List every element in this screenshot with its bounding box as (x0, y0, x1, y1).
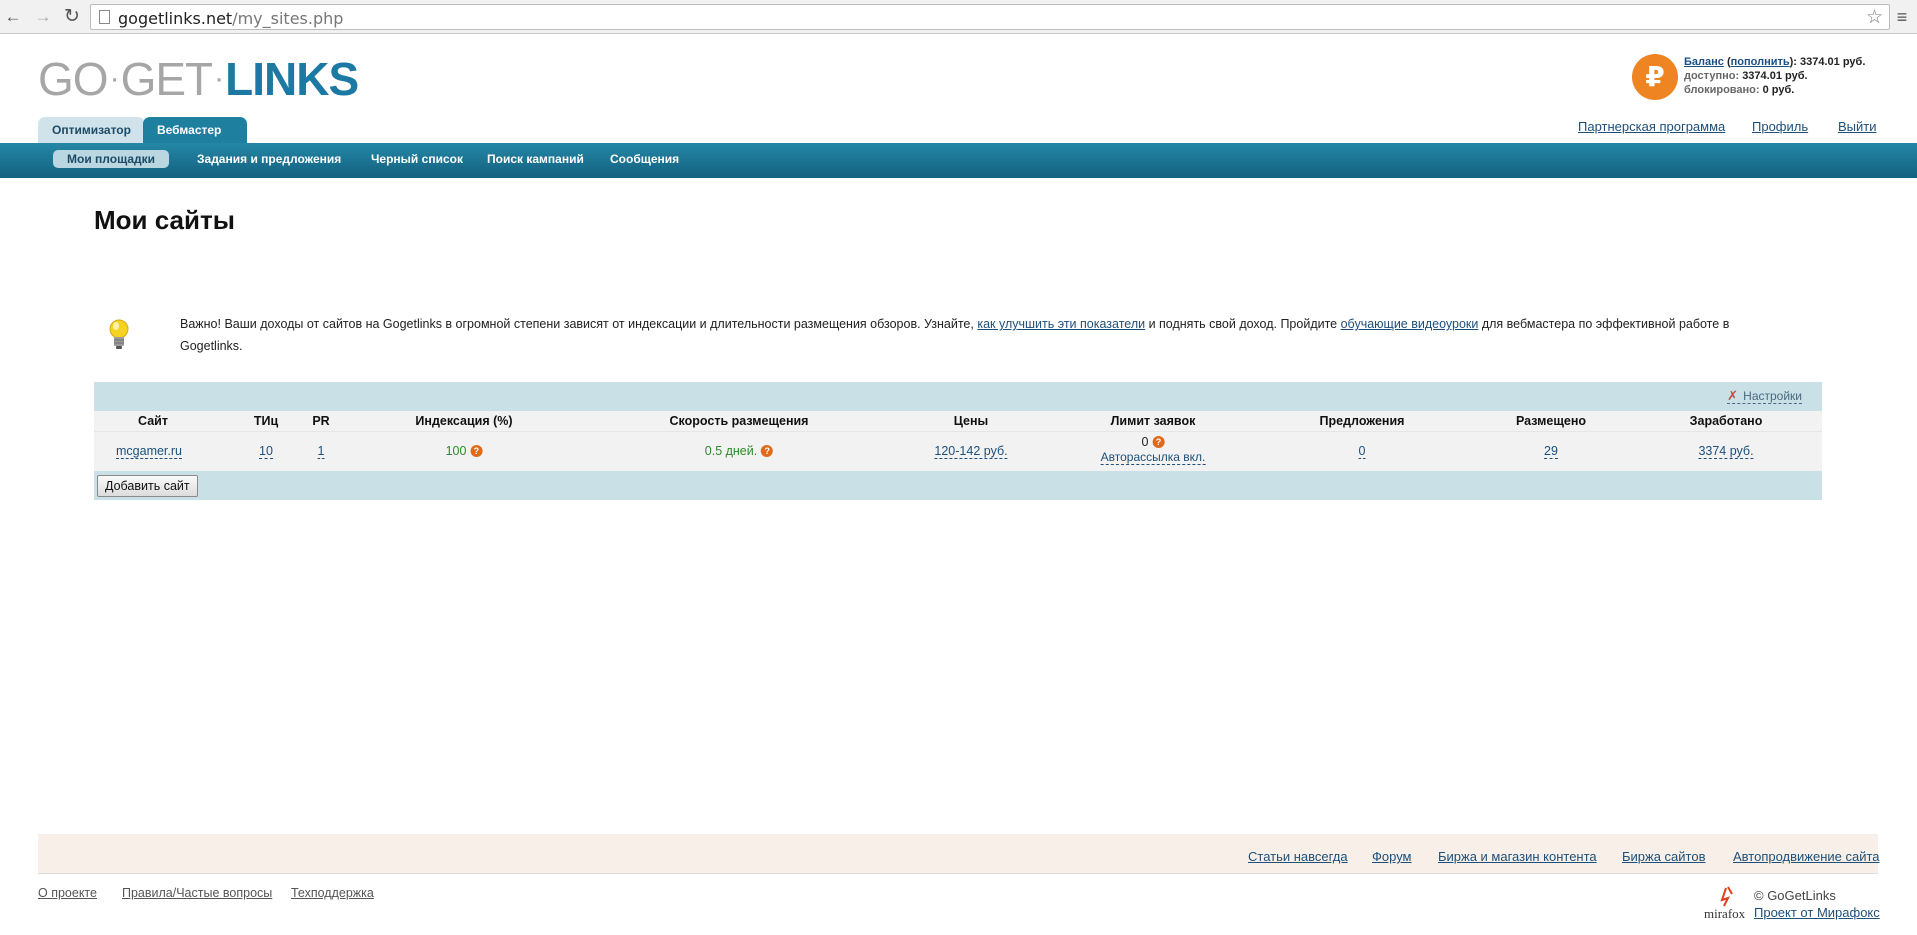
partner-program-link[interactable]: Партнерская программа (1578, 119, 1725, 134)
url-host: gogetlinks.net (118, 9, 233, 28)
prices-link[interactable]: 120-142 руб. (934, 444, 1008, 459)
header-prices[interactable]: Цены (954, 414, 988, 428)
header-pr[interactable]: PR (312, 414, 329, 428)
address-bar[interactable]: gogetlinks.net/my_sites.php ☆ (90, 4, 1890, 30)
offers-link[interactable]: 0 (1358, 444, 1366, 459)
sites-table: ✗ Настройки Сайт ТИц PR Индексация (%) Ск… (94, 382, 1822, 500)
mirafox-text: mirafox (1704, 906, 1746, 921)
available-label: доступно: (1684, 70, 1740, 82)
footer-link-autopromo[interactable]: Автопродвижение сайта (1733, 849, 1880, 864)
footer-link-forum[interactable]: Форум (1372, 849, 1412, 864)
header-earned[interactable]: Заработано (1690, 414, 1763, 428)
footer-link-sites-exchange[interactable]: Биржа сайтов (1622, 849, 1706, 864)
settings-label: Настройки (1743, 389, 1802, 403)
speed-value: 0.5 дней. (704, 444, 758, 458)
logo-dot-2: · (214, 62, 224, 95)
add-site-button[interactable]: Добавить сайт (97, 475, 198, 497)
earned-link[interactable]: 3374 руб. (1698, 444, 1754, 459)
url-text[interactable]: gogetlinks.net/my_sites.php (118, 9, 343, 28)
header-speed[interactable]: Скорость размещения (670, 414, 809, 428)
nav-campaigns[interactable]: Поиск кампаний (487, 152, 584, 166)
about-link[interactable]: О проекте (38, 886, 97, 900)
mirafox-project-link[interactable]: Проект от Мирафокс (1754, 905, 1880, 920)
reload-icon[interactable]: ↻ (61, 6, 83, 28)
balance-link[interactable]: Баланс (1684, 56, 1724, 68)
help-icon[interactable]: ? (1152, 436, 1165, 448)
logout-link[interactable]: Выйти (1838, 119, 1877, 134)
header-offers[interactable]: Предложения (1320, 414, 1405, 428)
main-nav: Мои площадки Задания и предложения Черны… (0, 143, 1917, 178)
browser-toolbar: ← → ↻ gogetlinks.net/my_sites.php ☆ ≡ (0, 0, 1917, 34)
table-header: Сайт ТИц PR Индексация (%) Скорость разм… (94, 411, 1822, 431)
browser-menu-icon[interactable]: ≡ (1894, 6, 1910, 28)
header-site[interactable]: Сайт (138, 414, 168, 428)
topup-link[interactable]: пополнить (1731, 56, 1790, 68)
balance-value: 3374.01 руб. (1800, 56, 1866, 68)
blocked-value: 0 руб. (1762, 84, 1795, 96)
header-limit[interactable]: Лимит заявок (1111, 414, 1196, 428)
logo[interactable]: GO·GET·LINKS (38, 53, 359, 105)
footer-link-content-exchange[interactable]: Биржа и магазин контента (1438, 849, 1597, 864)
notice-text-2: и поднять свой доход. Пройдите (1145, 317, 1341, 331)
notice-text-1: Важно! Ваши доходы от сайтов на Gogetlin… (180, 317, 978, 331)
limit-value: 0 (1141, 435, 1149, 449)
profile-link[interactable]: Профиль (1752, 119, 1808, 134)
blocked-label: блокировано: (1684, 84, 1760, 96)
header-tic[interactable]: ТИц (254, 414, 278, 428)
ruble-icon: ₽ (1632, 54, 1678, 100)
available-line: доступно: 3374.01 руб. (1684, 69, 1865, 83)
page-title: Мои сайты (94, 205, 235, 235)
help-icon[interactable]: ? (761, 445, 774, 457)
support-link[interactable]: Техподдержка (291, 886, 374, 900)
tic-value[interactable]: 10 (259, 444, 273, 459)
rules-faq-link[interactable]: Правила/Частые вопросы (122, 886, 272, 900)
settings-icon: ✗ (1727, 388, 1739, 403)
logo-go: GO (38, 53, 109, 105)
tab-optimizer[interactable]: Оптимизатор (38, 117, 145, 143)
table-footer: Добавить сайт (94, 471, 1822, 500)
footer-links-bar: Статьи навсегда Форум Биржа и магазин ко… (38, 834, 1880, 874)
indexing-value: 100 (445, 444, 467, 458)
settings-link[interactable]: ✗ Настройки (1727, 388, 1802, 404)
important-notice: Важно! Ваши доходы от сайтов на Gogetlin… (180, 313, 1760, 357)
url-path: /my_sites.php (232, 9, 344, 28)
help-icon[interactable]: ? (470, 445, 483, 457)
forward-icon[interactable]: → (32, 6, 54, 28)
autosend-link[interactable]: Авторассылка вкл. (1100, 450, 1206, 465)
speed-cell: 0.5 дней.? (704, 444, 774, 458)
bookmark-star-icon[interactable]: ☆ (1866, 6, 1883, 29)
balance-line: Баланс (пополнить): 3374.01 руб. (1684, 56, 1866, 68)
placed-link[interactable]: 29 (1544, 444, 1558, 459)
table-toolbar: ✗ Настройки (94, 382, 1822, 411)
nav-blacklist[interactable]: Черный список (371, 152, 463, 166)
nav-tasks[interactable]: Задания и предложения (197, 152, 341, 166)
nav-messages[interactable]: Сообщения (610, 152, 679, 166)
copyright: © GoGetLinks (1754, 888, 1836, 903)
blocked-line: блокировано: 0 руб. (1684, 83, 1865, 97)
available-value: 3374.01 руб. (1742, 70, 1808, 82)
tab-webmaster[interactable]: Вебмастер (143, 117, 248, 143)
page-icon (99, 10, 110, 24)
logo-links: LINKS (225, 53, 359, 105)
header-indexing[interactable]: Индексация (%) (415, 414, 512, 428)
improve-metrics-link[interactable]: как улучшить эти показатели (977, 317, 1145, 331)
table-row: mcgamer.ru 10 1 100? 0.5 дней.? 120-142 … (94, 431, 1822, 471)
video-lessons-link[interactable]: обучающие видеоуроки (1341, 317, 1479, 331)
indexing-cell: 100? (446, 444, 483, 458)
limit-cell: 0? Авторассылка вкл. (1100, 435, 1206, 465)
footer-link-articles[interactable]: Статьи навсегда (1248, 849, 1348, 864)
lightbulb-icon (109, 319, 129, 349)
nav-my-sites[interactable]: Мои площадки (53, 150, 170, 168)
logo-get: GET (120, 53, 214, 105)
site-link[interactable]: mcgamer.ru (116, 444, 182, 459)
back-icon[interactable]: ← (2, 6, 24, 28)
logo-dot-1: · (109, 62, 120, 95)
header-placed[interactable]: Размещено (1516, 414, 1586, 428)
pr-value[interactable]: 1 (317, 444, 325, 459)
